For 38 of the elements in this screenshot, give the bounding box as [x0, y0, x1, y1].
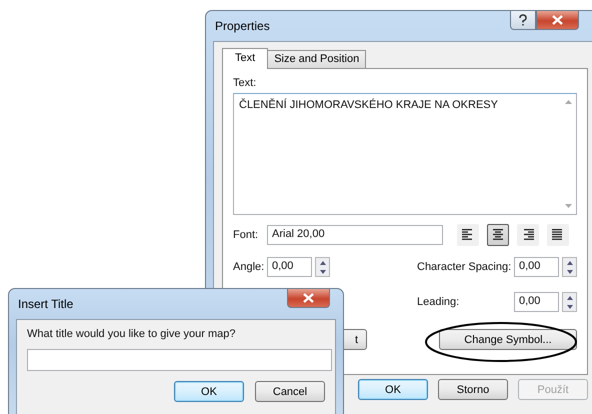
alignment-button[interactable] [457, 224, 479, 246]
change-symbol-button[interactable]: Change Symbol... [439, 329, 577, 350]
scroll-down-icon [564, 204, 572, 208]
close-icon [303, 293, 314, 303]
text-value: ČLENĚNÍ JIHOMORAVSKÉHO KRAJE NA OKRESY [239, 99, 498, 113]
help-icon [518, 14, 528, 26]
font-label: Font: [233, 229, 260, 241]
dialog-button[interactable]: Storno [438, 379, 508, 400]
spinner[interactable] [315, 257, 330, 277]
tab[interactable]: Text [222, 48, 268, 69]
prompt-text: What title would you like to give your map? [27, 328, 236, 340]
spinner[interactable] [562, 257, 577, 277]
dialog-button[interactable]: OK [174, 381, 244, 402]
dialog-button[interactable]: Cancel [255, 381, 325, 402]
text-align-icon [490, 229, 506, 241]
alignment-button[interactable] [517, 224, 539, 246]
character-spacing-field[interactable]: 0,00 [514, 257, 559, 277]
leading-field[interactable]: 0,00 [514, 292, 559, 312]
font-field[interactable]: Arial 20,00 [267, 225, 443, 245]
text-label: Text: [233, 77, 258, 89]
window-title: Properties [214, 19, 270, 33]
alignment-button[interactable] [487, 224, 509, 246]
close-button[interactable] [287, 289, 330, 308]
tab[interactable]: Size and Position [267, 50, 366, 68]
close-icon [552, 15, 563, 25]
alignment-button[interactable] [547, 224, 569, 246]
angle-field[interactable]: 0,00 [267, 257, 312, 277]
leading-label: Leading: [417, 296, 460, 308]
character-spacing-label: Character Spacing: [417, 261, 512, 273]
angle-label: Angle: [233, 261, 266, 273]
close-button[interactable] [536, 11, 579, 30]
title-input[interactable] [27, 349, 332, 371]
text-area[interactable]: ČLENĚNÍ JIHOMORAVSKÉHO KRAJE NA OKRESY [233, 93, 577, 215]
window-title: Insert Title [17, 297, 74, 311]
help-button[interactable] [510, 11, 536, 30]
spinner[interactable] [562, 292, 577, 312]
dialog-button[interactable]: OK [358, 379, 428, 400]
scroll-up-icon [564, 100, 572, 104]
